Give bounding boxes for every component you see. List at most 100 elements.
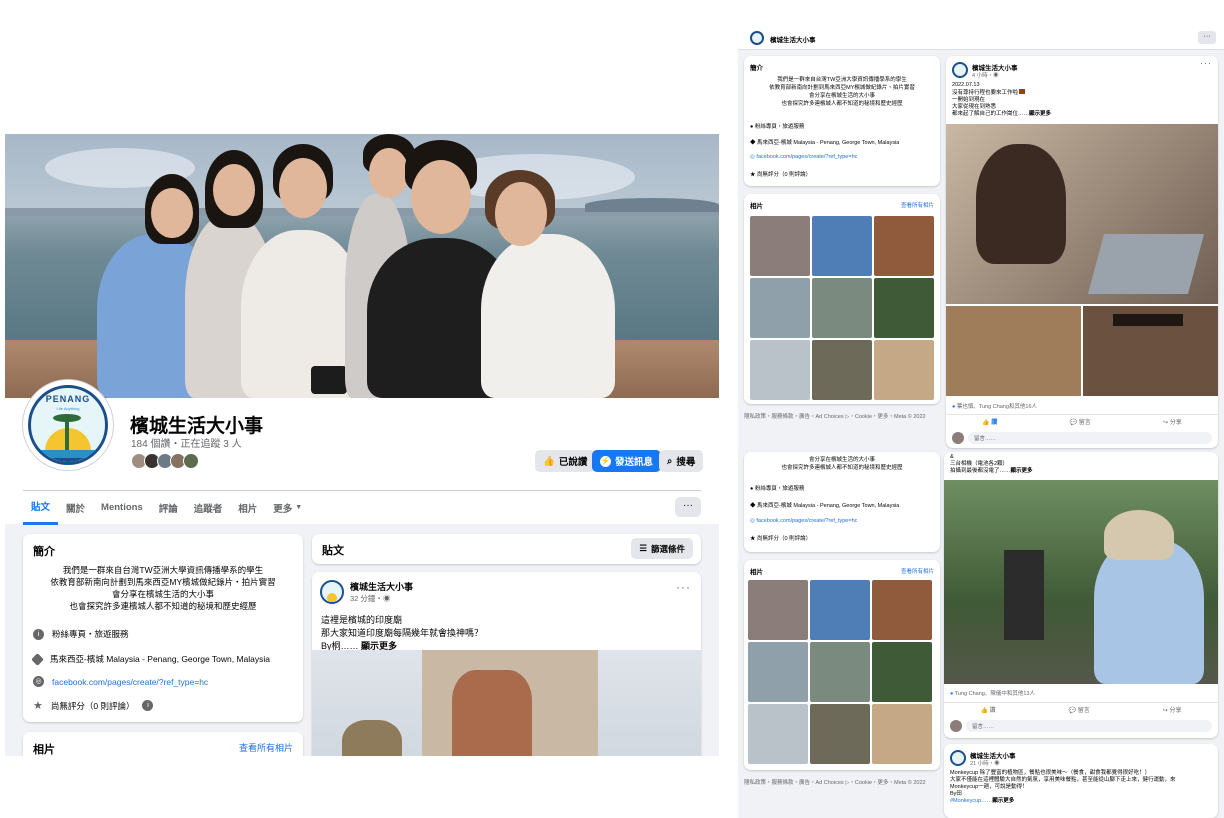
tab-more[interactable]: 更多 ▼ <box>265 491 310 525</box>
page-tabs: 貼文 關於 Mentions 評論 追蹤者 相片 更多 ▼ ··· <box>23 490 701 525</box>
cover-photo[interactable] <box>5 134 719 398</box>
post-image-restaurant[interactable] <box>1083 306 1218 396</box>
see-all-photos-link[interactable]: 查看所有相片 <box>239 741 293 754</box>
post-image-filming[interactable] <box>944 480 1218 684</box>
photo-thumb[interactable] <box>810 704 870 764</box>
search-button-label: 搜尋 <box>676 457 696 468</box>
camera-shape <box>311 366 347 394</box>
comment-button[interactable]: 💬 留言 <box>1070 417 1091 426</box>
photos-title: 相片 <box>750 569 763 576</box>
intro-category: ● 粉絲專頁・旅遊服務 <box>750 486 805 492</box>
page-more-button[interactable]: ··· <box>675 497 701 517</box>
post-image-temple[interactable] <box>312 650 701 756</box>
commenter-avatar[interactable] <box>952 432 964 444</box>
website-link[interactable]: ◎ facebook.com/pages/create/?ref_type=hc <box>750 518 857 524</box>
page-likes-followers[interactable]: 184 個讚・正在追蹤 3 人 <box>131 435 242 450</box>
liked-button[interactable]: 👍 已說讚 <box>535 450 596 472</box>
see-more-link[interactable]: 顯示更多 <box>1011 468 1033 474</box>
logo-subtext: Life Anything <box>56 406 80 411</box>
intro-website: ◎ facebook.com/pages/create/?ref_type=hc <box>33 676 208 687</box>
post-author-avatar[interactable] <box>320 580 344 604</box>
intro-category: ● 粉絲專頁・旅遊服務 <box>750 124 805 130</box>
footer-links[interactable]: 隱私政策・服務條款・廣告・Ad Choices ▷・Cookie・更多・Meta… <box>744 412 926 420</box>
filter-button[interactable]: ☰ 篩選條件 <box>631 538 693 559</box>
intro-bio-line: 會分享在檳城生活的大小事 <box>808 457 875 463</box>
see-more-link[interactable]: 顯示更多 <box>992 798 1014 804</box>
tab-followers[interactable]: 追蹤者 <box>186 491 231 525</box>
friend-avatar[interactable] <box>183 453 199 469</box>
briefcase-icon <box>1019 89 1026 94</box>
photo-thumb[interactable] <box>810 580 870 640</box>
star-icon: ★ <box>33 700 43 712</box>
comment-input[interactable]: 留言…… <box>966 720 1212 732</box>
post-timestamp[interactable]: 32 分鐘・◉ <box>350 593 413 604</box>
posts-title: 貼文 <box>322 545 344 557</box>
photo-thumb[interactable] <box>748 642 808 702</box>
photo-thumb[interactable] <box>812 278 872 338</box>
website-link[interactable]: facebook.com/pages/create/?ref_type=hc <box>52 677 208 687</box>
post-image-laptop[interactable] <box>946 124 1218 304</box>
tab-reviews[interactable]: 評論 <box>151 491 186 525</box>
search-icon: ⌕ <box>667 455 673 467</box>
photo-thumb[interactable] <box>872 580 932 640</box>
messenger-icon: ⚡ <box>600 455 611 467</box>
tab-posts[interactable]: 貼文 <box>23 491 59 525</box>
photo-thumb[interactable] <box>872 642 932 702</box>
more-dots-icon[interactable]: ··· <box>1198 31 1216 44</box>
intro-bio-line: 會分享在檳城生活的大小事 <box>808 93 875 99</box>
page-avatar-small[interactable] <box>750 31 764 45</box>
globe-icon: ◉ <box>993 73 999 79</box>
see-all-photos-link[interactable]: 查看所有相片 <box>901 567 934 575</box>
page-avatar[interactable]: PENANG Life Anything <box>23 380 113 470</box>
hashtag-link[interactable]: #Monkeycup…… <box>950 798 992 804</box>
tab-about[interactable]: 關於 <box>58 491 93 525</box>
feed-post-3: 檳城生活大小事 21 小時・◉ Monkeycup 除了豐富的植物區，餐點也很美… <box>944 744 1218 818</box>
see-all-photos-link[interactable]: 查看所有相片 <box>901 201 934 209</box>
photo-thumb[interactable] <box>874 278 934 338</box>
photos-title: 相片 <box>750 203 763 210</box>
intro-bio-line: 依教育部新南向計劃到馬來西亞MY檳城做紀錄片・拍片實習 <box>50 577 276 587</box>
share-button[interactable]: ↪ 分享 <box>1163 417 1182 426</box>
photo-thumb[interactable] <box>812 340 872 400</box>
see-more-link[interactable]: 顯示更多 <box>1029 111 1051 117</box>
friends-who-like[interactable] <box>131 453 199 471</box>
post-author-avatar[interactable] <box>950 750 966 766</box>
like-button[interactable]: 👍 讚 <box>980 705 995 714</box>
photo-thumb[interactable] <box>810 642 870 702</box>
photo-thumb[interactable] <box>748 704 808 764</box>
more-dots-icon[interactable]: ··· <box>1200 58 1212 68</box>
share-button[interactable]: ↪ 分享 <box>1163 705 1182 714</box>
more-dots-icon[interactable]: ··· <box>676 580 691 594</box>
temple-tower <box>452 670 532 756</box>
comment-button[interactable]: 💬 留言 <box>1069 705 1090 714</box>
facebook-feed-collage: 檳城生活大小事 ··· 簡介 我們是一群來自台灣TW亞洲大學資訊傳播學系的學生 … <box>738 26 1224 818</box>
post-timestamp[interactable]: 4 小時・◉ <box>972 71 999 79</box>
search-button[interactable]: ⌕ 搜尋 <box>659 450 704 472</box>
photo-thumb[interactable] <box>872 704 932 764</box>
message-button[interactable]: ⚡ 發送訊息 <box>592 450 662 472</box>
photo-thumb[interactable] <box>750 340 810 400</box>
intro-location: ◆ 馬來西亞-檳城 Malaysia - Penang, George Town… <box>750 503 900 509</box>
photo-thumb[interactable] <box>874 340 934 400</box>
post-timestamp[interactable]: 21 小時・◉ <box>970 759 1000 767</box>
website-link[interactable]: ◎ facebook.com/pages/create/?ref_type=hc <box>750 154 857 160</box>
commenter-avatar[interactable] <box>950 720 962 732</box>
like-button[interactable]: 👍 讚 <box>982 417 997 426</box>
photo-thumb[interactable] <box>748 580 808 640</box>
comment-input[interactable]: 留言…… <box>968 432 1212 444</box>
info-icon[interactable]: i <box>142 700 154 711</box>
intro-bio: 我們是一群來自台灣TW亞洲大學資訊傳播學系的學生 依教育部新南向計劃到馬來西亞M… <box>31 564 295 612</box>
post-author-avatar[interactable] <box>952 62 968 78</box>
photo-thumb[interactable] <box>812 216 872 276</box>
tab-photos[interactable]: 相片 <box>230 491 265 525</box>
reaction-summary[interactable]: ● 葉也慎、Tung Chang和其他16人 <box>952 402 1037 410</box>
photo-thumb[interactable] <box>750 278 810 338</box>
post-image-office[interactable] <box>946 306 1081 396</box>
reaction-summary[interactable]: ● Tung Chang、陳儀中和其他13人 <box>950 689 1035 697</box>
person-face <box>369 148 409 198</box>
tab-mentions[interactable]: Mentions <box>93 491 151 525</box>
post-author-name[interactable]: 檳城生活大小事 <box>350 580 413 593</box>
photo-thumb[interactable] <box>874 216 934 276</box>
footer-links[interactable]: 隱私政策・服務條款・廣告・Ad Choices ▷・Cookie・更多・Meta… <box>744 778 926 786</box>
photo-thumb[interactable] <box>750 216 810 276</box>
